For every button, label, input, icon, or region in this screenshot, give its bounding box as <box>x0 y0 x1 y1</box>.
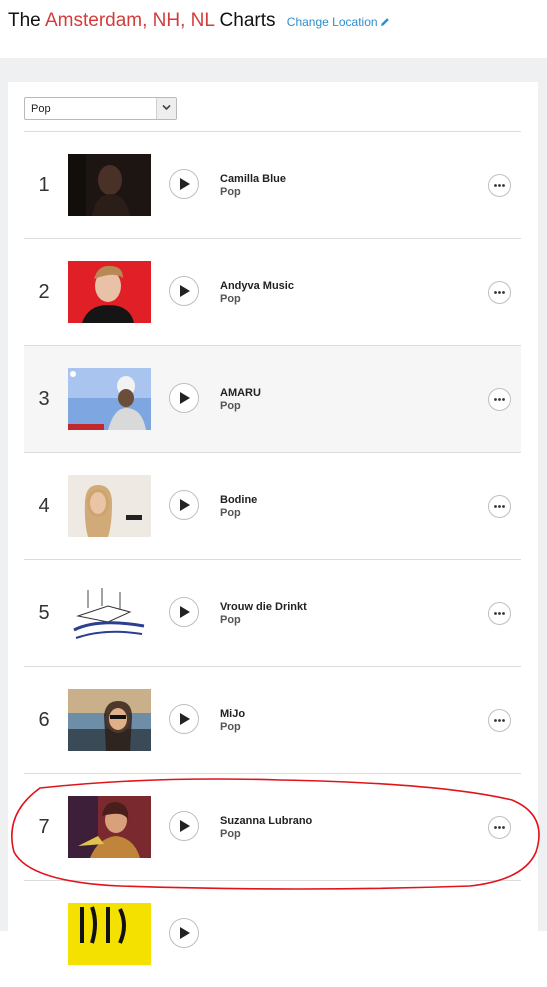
rank-number: 4 <box>38 495 50 517</box>
genre-label: Pop <box>220 721 241 733</box>
chart-row: 7 Suzanna Lubrano Pop <box>24 773 521 880</box>
play-button[interactable] <box>169 597 199 627</box>
more-options-button[interactable] <box>488 388 511 411</box>
rank-number: 5 <box>38 602 50 624</box>
genre-label: Pop <box>220 400 241 412</box>
album-art[interactable] <box>68 261 151 323</box>
chevron-down-icon <box>156 98 176 119</box>
chart-list: 1 Camilla Blue Pop 2 Andyva Music Pop 3 … <box>24 131 521 987</box>
artist-name[interactable]: Suzanna Lubrano <box>220 815 312 827</box>
more-options-button[interactable] <box>488 495 511 518</box>
page-header: The Amsterdam, NH, NL Charts Change Loca… <box>0 0 547 58</box>
track-meta: Bodine Pop <box>220 494 257 519</box>
chart-row: 1 Camilla Blue Pop <box>24 131 521 238</box>
artist-name[interactable]: AMARU <box>220 387 261 399</box>
title-prefix: The <box>8 10 41 31</box>
play-button[interactable] <box>169 169 199 199</box>
more-options-button[interactable] <box>488 816 511 839</box>
more-options-button[interactable] <box>488 281 511 304</box>
album-art[interactable] <box>68 903 151 965</box>
genre-label: Pop <box>220 828 241 840</box>
artist-name[interactable]: Bodine <box>220 494 257 506</box>
pencil-icon <box>380 16 390 26</box>
play-button[interactable] <box>169 704 199 734</box>
play-button[interactable] <box>169 276 199 306</box>
genre-label: Pop <box>220 507 241 519</box>
album-art[interactable] <box>68 154 151 216</box>
chart-row: 3 AMARU Pop <box>24 345 521 452</box>
album-art[interactable] <box>68 368 151 430</box>
artist-name[interactable]: Vrouw die Drinkt <box>220 601 307 613</box>
play-button[interactable] <box>169 490 199 520</box>
chart-row: 4 Bodine Pop <box>24 452 521 559</box>
genre-label: Pop <box>220 614 241 626</box>
title-suffix: Charts <box>219 10 276 31</box>
genre-label: Pop <box>220 186 241 198</box>
change-location-label: Change Location <box>286 15 378 29</box>
album-art[interactable] <box>68 475 151 537</box>
genre-select[interactable]: Pop <box>24 97 177 120</box>
more-options-button[interactable] <box>488 709 511 732</box>
chart-row: 6 MiJo Pop <box>24 666 521 773</box>
genre-select-value: Pop <box>31 103 51 115</box>
change-location-link[interactable]: Change Location <box>287 15 390 29</box>
track-meta: Suzanna Lubrano Pop <box>220 815 312 840</box>
genre-label: Pop <box>220 293 241 305</box>
rank-number: 6 <box>38 709 50 731</box>
rank-number: 1 <box>38 174 50 196</box>
track-meta: AMARU Pop <box>220 387 261 412</box>
title-location: Amsterdam, NH, NL <box>44 10 215 31</box>
album-art[interactable] <box>68 796 151 858</box>
rank-number: 2 <box>38 281 50 303</box>
play-button[interactable] <box>169 918 199 948</box>
chart-row-partial <box>24 880 521 987</box>
album-art[interactable] <box>68 582 151 644</box>
rank-number: 7 <box>38 816 50 838</box>
artist-name[interactable]: MiJo <box>220 708 245 720</box>
track-meta: Vrouw die Drinkt Pop <box>220 601 307 626</box>
artist-name[interactable]: Andyva Music <box>220 280 294 292</box>
more-options-button[interactable] <box>488 174 511 197</box>
rank-number: 3 <box>38 388 50 410</box>
more-options-button[interactable] <box>488 602 511 625</box>
play-button[interactable] <box>169 811 199 841</box>
play-button[interactable] <box>169 383 199 413</box>
album-art[interactable] <box>68 689 151 751</box>
chart-row: 5 Vrouw die Drinkt Pop <box>24 559 521 666</box>
chart-row: 2 Andyva Music Pop <box>24 238 521 345</box>
track-meta: Camilla Blue Pop <box>220 173 286 198</box>
artist-name[interactable]: Camilla Blue <box>220 173 286 185</box>
track-meta: Andyva Music Pop <box>220 280 294 305</box>
page-title: The Amsterdam, NH, NL Charts Change Loca… <box>8 10 390 32</box>
track-meta: MiJo Pop <box>220 708 245 733</box>
